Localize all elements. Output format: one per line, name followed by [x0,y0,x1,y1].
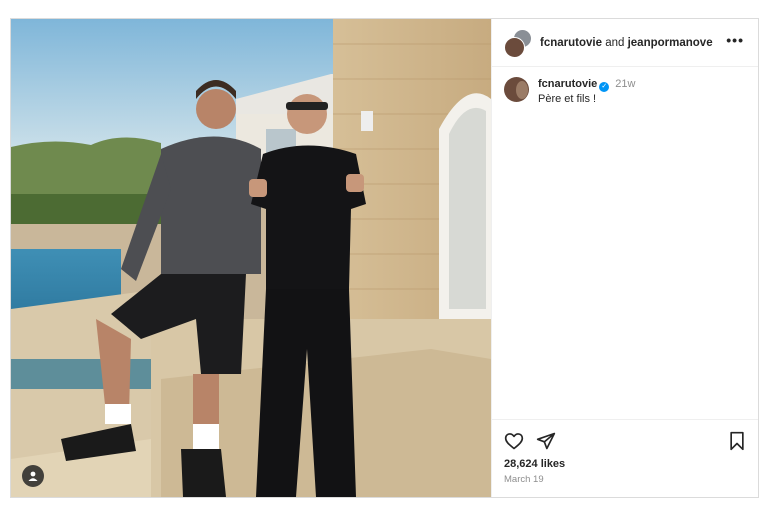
action-icons [504,430,746,452]
post-photo[interactable] [11,19,491,497]
avatar[interactable] [504,77,529,102]
share-icon [536,432,556,450]
post-age[interactable]: 21w [615,78,635,90]
tagged-users-button[interactable] [22,465,44,487]
more-horizontal-icon: ••• [726,32,744,48]
post-date[interactable]: March 19 [504,474,746,485]
collab-avatars[interactable] [504,28,532,58]
username-link[interactable]: jeanpormanove [628,37,713,49]
bookmark-icon [730,431,744,451]
caption-body: fcnarutovie ✓ 21w Père et fils ! [538,77,635,419]
post-card: fcnarutovie and jeanpormanove ••• fcnaru… [10,18,759,498]
post-header: fcnarutovie and jeanpormanove ••• [492,19,758,67]
collab-usernames: fcnarutovie and jeanpormanove [540,37,713,49]
verified-badge-icon: ✓ [599,82,610,92]
username-link[interactable]: fcnarutovie [540,37,602,49]
post-image [11,19,491,497]
action-bar: 28,624 likes March 19 [492,419,758,497]
share-button[interactable] [536,431,556,451]
save-button[interactable] [728,431,746,451]
heart-icon [504,433,524,450]
caption-username[interactable]: fcnarutovie [538,78,597,90]
conjunction: and [605,36,625,49]
avatar [504,36,525,58]
post-sidebar: fcnarutovie and jeanpormanove ••• fcnaru… [491,19,758,497]
user-icon [28,471,38,481]
like-button[interactable] [504,431,524,451]
likes-count[interactable]: 28,624 likes [504,458,746,470]
more-options-button[interactable]: ••• [726,32,744,48]
caption: fcnarutovie ✓ 21w Père et fils ! [492,67,758,419]
caption-text: Père et fils ! [538,93,597,105]
